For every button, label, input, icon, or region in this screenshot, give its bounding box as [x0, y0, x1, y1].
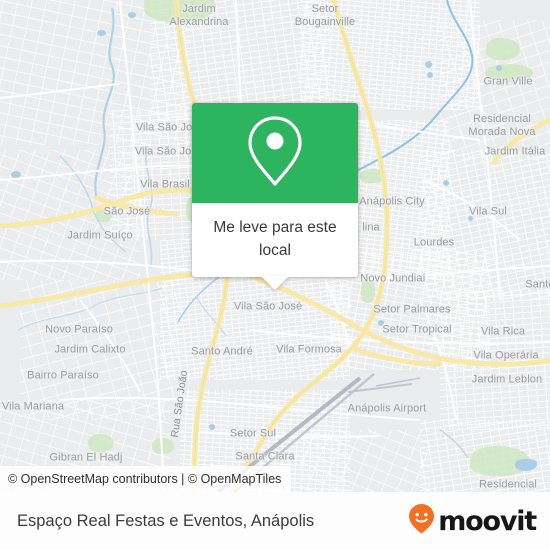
map-label: Anápolis City	[359, 195, 425, 208]
map-label: Santo André	[191, 345, 253, 358]
map-label: Jardim Suíço	[67, 229, 133, 242]
map-label: Setor Tropical	[382, 323, 452, 336]
map-label: Jardim Alexandrina	[169, 3, 229, 28]
map-label: Jardim Leblon	[471, 373, 543, 386]
footer-bar: Espaço Real Festas e Eventos, Anápolis m…	[0, 492, 550, 550]
map-label: Santo	[525, 278, 550, 291]
map-label: Vila São José	[233, 300, 303, 313]
map-label: Jardim Calixto	[54, 343, 126, 356]
map-label: Novo Paraíso	[45, 323, 113, 336]
popup-cta-line1: Me leve para este	[213, 219, 337, 236]
popup-tail	[261, 276, 289, 290]
map-label: Jardim Itália	[484, 145, 546, 158]
moovit-pin-smiley-icon	[408, 503, 435, 539]
map-attribution[interactable]: © OpenStreetMap contributors | © OpenMap…	[0, 466, 292, 492]
map-label: Santa Clara	[235, 450, 295, 463]
map-label: Setor Sul	[229, 427, 277, 440]
destination-popup[interactable]: Me leve para este local	[192, 103, 358, 290]
map-label: Vila Brasil	[140, 178, 190, 191]
place-title: Espaço Real Festas e Eventos, Anápolis	[17, 511, 315, 530]
map-label: lina	[362, 221, 380, 234]
map-label: Residencial Morada Nova	[468, 113, 536, 138]
map-pin-icon	[245, 114, 305, 193]
map-label: Vila Sul	[469, 205, 507, 218]
map-label: São José	[103, 205, 151, 218]
map-label: Setor Palmares	[373, 303, 451, 316]
map-road-label: Rua São João	[168, 369, 191, 439]
map-label: Vila Formosa	[276, 343, 342, 356]
map-label: Vila Mariana	[1, 400, 65, 413]
attribution-text: © OpenStreetMap contributors | © OpenMap…	[8, 472, 282, 486]
popup-cta-line2: local	[259, 242, 291, 259]
map-label: Gibran El Hadj	[49, 451, 123, 464]
map-label: Residencial	[479, 478, 537, 491]
moovit-logo[interactable]: moovit	[408, 503, 537, 539]
map-label: Vila Operária	[473, 349, 539, 362]
map-canvas[interactable]: Jardim Alexandrina Setor Bougainville Gran…	[0, 0, 550, 492]
map-label: Gran Ville	[483, 75, 533, 88]
map-label: Bairro Paraíso	[27, 369, 99, 382]
moovit-map-screenshot: Jardim Alexandrina Setor Bougainville Gran…	[0, 0, 550, 550]
map-label: Setor Bougainville	[294, 3, 356, 28]
map-label: Vila Rica	[480, 325, 526, 338]
map-label: Novo Jundiaí	[360, 272, 426, 285]
map-label: Anápolis Airport	[347, 402, 427, 415]
moovit-wordmark: moovit	[438, 505, 537, 537]
popup-header	[192, 103, 358, 203]
map-label: Lourdes	[413, 236, 455, 249]
popup-cta[interactable]: Me leve para este local	[192, 203, 358, 277]
